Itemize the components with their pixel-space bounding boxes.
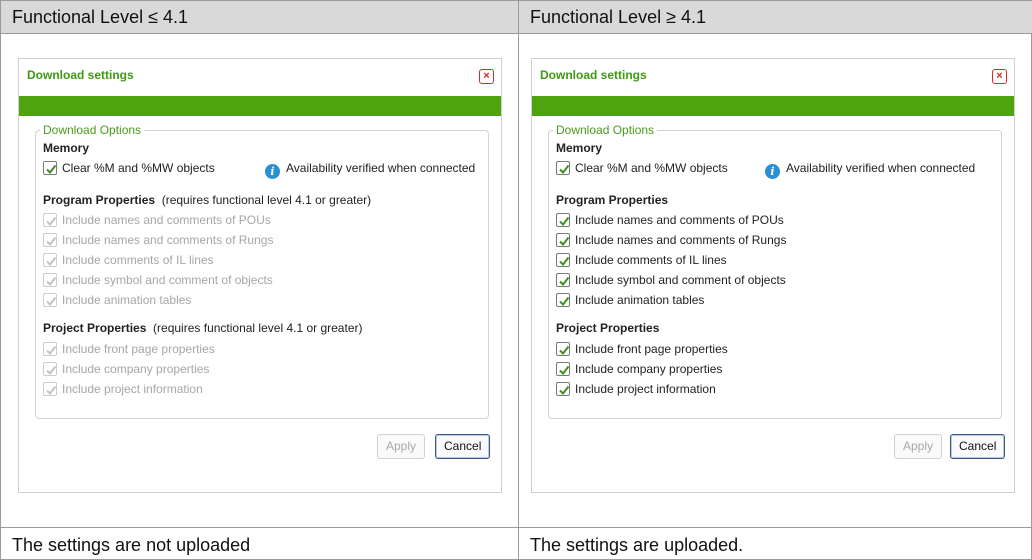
apply-button[interactable]: Apply xyxy=(377,434,426,459)
checkbox-disabled xyxy=(43,362,57,376)
checkmark-icon xyxy=(46,236,57,247)
checkbox-disabled xyxy=(43,253,57,267)
project-option: Include company properties xyxy=(43,362,209,376)
checkbox-disabled xyxy=(43,233,57,247)
project-option[interactable]: Include company properties xyxy=(556,362,722,376)
checkmark-icon xyxy=(46,164,57,175)
memory-section-title: Memory xyxy=(43,141,90,155)
project-option[interactable]: Include project information xyxy=(556,382,716,396)
program-option[interactable]: Include animation tables xyxy=(556,293,704,307)
checkmark-icon xyxy=(559,276,570,287)
checkbox[interactable] xyxy=(556,362,570,376)
checkbox[interactable] xyxy=(556,382,570,396)
cancel-button[interactable]: Cancel xyxy=(435,434,491,459)
apply-button[interactable]: Apply xyxy=(894,434,943,459)
program-option[interactable]: Include comments of IL lines xyxy=(556,253,727,267)
info-icon: i xyxy=(265,164,280,179)
program-option: Include symbol and comment of objects xyxy=(43,273,273,287)
checkmark-icon xyxy=(46,276,57,287)
checkmark-icon xyxy=(559,164,570,175)
program-option: Include comments of IL lines xyxy=(43,253,214,267)
program-properties-title: Program Properties xyxy=(556,193,669,207)
program-option: Include names and comments of POUs xyxy=(43,213,271,227)
program-properties-title: Program Properties (requires functional … xyxy=(43,193,372,207)
project-option[interactable]: Include front page properties xyxy=(556,342,728,356)
close-icon[interactable]: × xyxy=(479,69,494,84)
project-option: Include front page properties xyxy=(43,342,215,356)
checkmark-icon xyxy=(46,216,57,227)
checkbox-disabled xyxy=(43,293,57,307)
checkmark-icon xyxy=(46,365,57,376)
project-properties-title: Project Properties (requires functional … xyxy=(43,321,363,335)
program-option[interactable]: Include names and comments of Rungs xyxy=(556,233,786,247)
column-functional-level-ge-4-1: Functional Level ≥ 4.1 Download settings… xyxy=(518,1,1032,560)
availability-info: i Availability verified when connected xyxy=(765,161,975,179)
group-legend: Download Options xyxy=(43,123,142,137)
project-option: Include project information xyxy=(43,382,203,396)
group-legend: Download Options xyxy=(556,123,655,137)
checkbox[interactable] xyxy=(556,273,570,287)
close-icon[interactable]: × xyxy=(992,69,1007,84)
checkmark-icon xyxy=(46,345,57,356)
checkmark-icon xyxy=(46,385,57,396)
program-option: Include animation tables xyxy=(43,293,191,307)
clear-memory-option[interactable]: Clear %M and %MW objects xyxy=(556,161,728,175)
checkmark-icon xyxy=(46,256,57,267)
dialog-title: Download settings xyxy=(27,68,134,82)
program-option[interactable]: Include names and comments of POUs xyxy=(556,213,784,227)
checkmark-icon xyxy=(559,296,570,307)
checkmark-icon xyxy=(559,345,570,356)
program-option[interactable]: Include symbol and comment of objects xyxy=(556,273,786,287)
dialog-header-bar xyxy=(19,96,501,116)
checkmark-icon xyxy=(559,236,570,247)
comparison-table: Functional Level ≤ 4.1 Download settings… xyxy=(0,0,1032,560)
checkmark-icon xyxy=(559,385,570,396)
project-properties-title: Project Properties xyxy=(556,321,660,335)
checkmark-icon xyxy=(559,256,570,267)
dialog-header-bar xyxy=(532,96,1014,116)
checkmark-icon xyxy=(559,216,570,227)
column-functional-level-le-4-1: Functional Level ≤ 4.1 Download settings… xyxy=(1,1,518,560)
checkbox[interactable] xyxy=(556,253,570,267)
checkbox-disabled xyxy=(43,342,57,356)
clear-memory-option[interactable]: Clear %M and %MW objects xyxy=(43,161,215,175)
checkbox-disabled xyxy=(43,273,57,287)
download-settings-dialog: Download settings × Download Options Mem… xyxy=(18,58,502,493)
program-option: Include names and comments of Rungs xyxy=(43,233,273,247)
checkbox[interactable] xyxy=(556,161,570,175)
checkbox[interactable] xyxy=(556,233,570,247)
checkbox[interactable] xyxy=(556,213,570,227)
checkbox[interactable] xyxy=(556,293,570,307)
column-footer: The settings are not uploaded xyxy=(1,527,518,560)
checkbox-disabled xyxy=(43,213,57,227)
checkbox-disabled xyxy=(43,382,57,396)
column-footer: The settings are uploaded. xyxy=(519,527,1032,560)
cancel-button[interactable]: Cancel xyxy=(950,434,1006,459)
checkmark-icon xyxy=(46,296,57,307)
download-settings-dialog: Download settings × Download Options Mem… xyxy=(531,58,1015,493)
column-header: Functional Level ≤ 4.1 xyxy=(1,1,518,34)
checkbox[interactable] xyxy=(43,161,57,175)
info-icon: i xyxy=(765,164,780,179)
checkbox[interactable] xyxy=(556,342,570,356)
dialog-title: Download settings xyxy=(540,68,647,82)
checkmark-icon xyxy=(559,365,570,376)
column-header: Functional Level ≥ 4.1 xyxy=(519,1,1032,34)
availability-info: i Availability verified when connected xyxy=(265,161,475,179)
memory-section-title: Memory xyxy=(556,141,603,155)
